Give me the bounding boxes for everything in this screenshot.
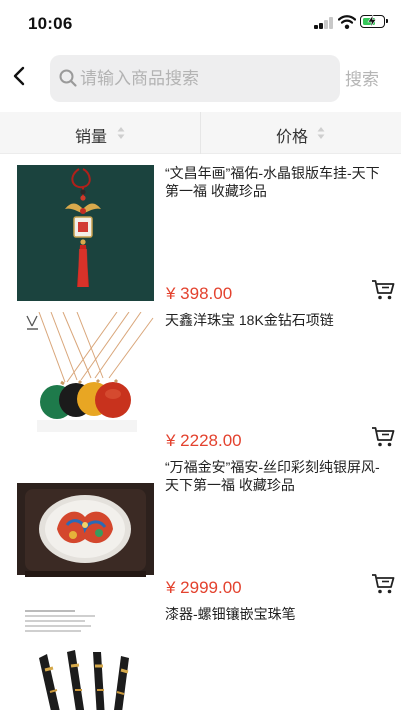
charging-bolt-icon	[367, 15, 377, 27]
product-item[interactable]: “万福金安”福安-丝印彩刻纯银屏风-天下第一福 收藏珍品 ¥ 2999.00	[0, 448, 401, 597]
add-to-cart-icon[interactable]	[371, 426, 395, 448]
product-image-silver-screen[interactable]	[17, 459, 154, 595]
product-item[interactable]: “文昌年画”福佑-水晶银版车挂-天下第一福 收藏珍品 ¥ 398.00	[0, 154, 401, 303]
product-image-pens[interactable]	[17, 606, 154, 710]
status-time: 10:06	[28, 14, 73, 33]
product-title: 天鑫洋珠宝 18K金钻石项链	[165, 312, 334, 328]
product-title: 漆器-螺钿镶嵌宝珠笔	[165, 606, 296, 622]
product-image-necklace[interactable]	[17, 312, 154, 448]
search-header: 搜索	[0, 46, 401, 112]
sort-arrows-icon	[317, 127, 325, 139]
battery-icon	[360, 15, 388, 28]
sort-by-price[interactable]: 价格	[201, 112, 401, 154]
product-item[interactable]: 漆器-螺钿镶嵌宝珠笔	[0, 595, 401, 710]
sort-bar: 销量 价格	[0, 112, 401, 154]
product-title: “文昌年画”福佑-水晶银版车挂-天下第一福 收藏珍品	[165, 165, 380, 199]
search-button[interactable]: 搜索	[345, 65, 379, 90]
add-to-cart-icon[interactable]	[371, 279, 395, 301]
search-box[interactable]	[50, 55, 340, 102]
product-item[interactable]: 天鑫洋珠宝 18K金钻石项链 ¥ 2228.00	[0, 301, 401, 450]
sort-arrows-icon	[117, 127, 125, 139]
add-to-cart-icon[interactable]	[371, 573, 395, 595]
product-image-car-pendant[interactable]	[17, 165, 154, 301]
sort-sales-label: 销量	[75, 129, 108, 146]
back-chevron-icon[interactable]	[8, 60, 32, 92]
wifi-icon	[338, 15, 356, 29]
product-list: “文昌年画”福佑-水晶银版车挂-天下第一福 收藏珍品 ¥ 398.00 天鑫洋珠…	[0, 154, 401, 710]
sort-by-sales[interactable]: 销量	[0, 112, 200, 154]
status-bar: 10:06	[0, 0, 401, 46]
sort-price-label: 价格	[276, 129, 309, 146]
search-icon	[59, 69, 77, 87]
search-input[interactable]	[80, 55, 330, 102]
product-title: “万福金安”福安-丝印彩刻纯银屏风-天下第一福 收藏珍品	[165, 459, 380, 493]
cellular-signal-icon	[314, 17, 334, 29]
